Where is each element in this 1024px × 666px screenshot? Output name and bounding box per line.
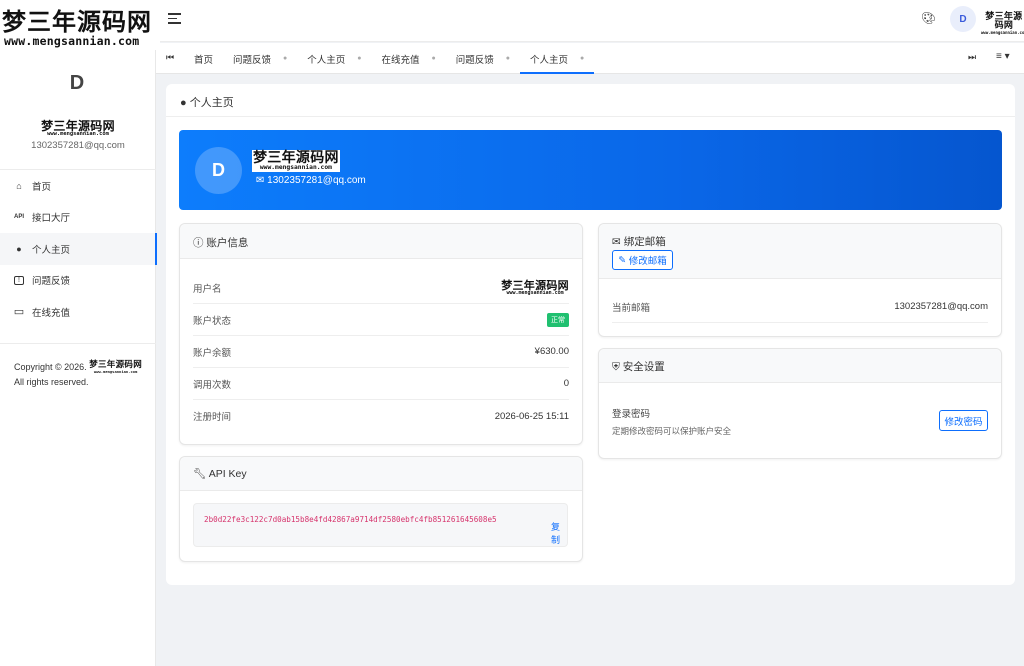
topbar: 🎨︎ D 梦三年源码网 www.mengsannian.com	[156, 0, 1024, 42]
sidebar-avatar: D	[69, 72, 85, 94]
sidebar-nav: ⌂ 首页 API 接口大厅 ● 个人主页 ! 问题反馈 ▭ 在线充值	[0, 170, 157, 328]
security-card: ⛨ 安全设置 登录密码 定期修改密码可以保护账户安全 修改密码	[598, 348, 1002, 459]
brand-logo-url: www.mengsannian.com	[4, 34, 140, 48]
close-icon[interactable]: ●	[506, 55, 510, 62]
hero-username-logo: 梦三年源码网 www.mengsannian.com	[252, 150, 340, 172]
panel-divider	[166, 116, 1015, 117]
key-icon: 🔧︎	[193, 468, 207, 480]
current-email-row: 当前邮箱 1302357281@qq.com	[612, 291, 988, 323]
copyright-logo: 梦三年源码网 www.mengsannian.com	[89, 360, 143, 374]
home-icon: ⌂	[16, 180, 22, 191]
shield-icon: ⛨	[612, 361, 620, 373]
info-icon: ⓘ	[193, 237, 204, 249]
tab-feedback[interactable]: 问题反馈 ●	[223, 43, 297, 74]
tab-menu-icon[interactable]: ≡ ▾	[996, 51, 1010, 62]
tab-scroll-first-icon[interactable]: ⏮︎	[166, 52, 174, 63]
brand-logo-text: 梦三年源码网	[2, 7, 152, 36]
tab-list: 首页 问题反馈 ● 个人主页 ● 在线充值 ● 问题反馈 ● 个人主页 ●	[184, 43, 595, 74]
tab-profile-active[interactable]: 个人主页 ●	[520, 43, 595, 74]
user-name-logo[interactable]: 梦三年源码网 www.mengsannian.com	[981, 13, 1024, 37]
tab-feedback-2[interactable]: 问题反馈 ●	[446, 43, 520, 74]
palette-icon[interactable]: 🎨︎	[921, 11, 936, 25]
hero-avatar: D	[195, 147, 242, 194]
account-info-card: ⓘ 账户信息 用户名 梦三年源码网 www.mengsannian.com 账户状…	[179, 223, 583, 445]
brand-logo: 梦三年源码网 www.mengsannian.com	[0, 0, 160, 50]
close-icon[interactable]: ●	[283, 55, 287, 62]
account-row-status: 账户状态 正常	[193, 304, 569, 336]
sidebar-item-label: 问题反馈	[32, 276, 71, 288]
sidebar-item-label: 首页	[32, 181, 52, 193]
tab-home[interactable]: 首页	[184, 43, 223, 74]
menu-toggle-icon[interactable]	[168, 13, 181, 27]
account-row-balance: 账户余额 ¥630.00	[193, 336, 569, 368]
sidebar-item-api-hall[interactable]: API 接口大厅	[0, 202, 156, 234]
sidebar-divider	[0, 343, 156, 344]
page-title: ● 个人主页	[180, 97, 234, 109]
mail-icon: ✉︎	[256, 175, 265, 186]
user-circle-icon: ●	[16, 243, 22, 254]
email-binding-title: ✉︎ 绑定邮箱	[612, 236, 666, 248]
user-avatar[interactable]: D	[950, 6, 976, 32]
sidebar-item-profile[interactable]: ● 个人主页	[0, 233, 157, 265]
status-badge: 正常	[547, 312, 569, 327]
api-key-value: 2b0d22fe3c122c7d0ab15b8e4fd42867a9714df2…	[204, 515, 497, 524]
account-info-title: ⓘ 账户信息	[193, 237, 249, 249]
pencil-icon: ✎	[618, 254, 627, 266]
account-row-calls: 调用次数 0	[193, 368, 569, 400]
tab-scroll-last-icon[interactable]: ⏭︎	[968, 52, 976, 63]
tab-profile[interactable]: 个人主页 ●	[297, 43, 371, 74]
api-key-box: 2b0d22fe3c122c7d0ab15b8e4fd42867a9714df2…	[193, 503, 568, 547]
sidebar-item-recharge[interactable]: ▭ 在线充值	[0, 296, 156, 328]
copy-button[interactable]: 复制	[551, 520, 567, 546]
edit-email-button[interactable]: ✎ 修改邮箱	[612, 250, 673, 270]
sidebar-username-logo: 梦三年源码网 www.mengsannian.com	[41, 119, 115, 137]
sidebar-item-label: 接口大厅	[32, 213, 71, 225]
account-row-registered: 注册时间 2026-06-25 15:11	[193, 410, 569, 424]
security-title: ⛨ 安全设置	[612, 361, 665, 373]
mail-icon: ✉︎	[612, 236, 621, 248]
close-icon[interactable]: ●	[580, 55, 584, 62]
sidebar-item-label: 个人主页	[32, 244, 71, 256]
profile-panel: ● 个人主页 D 梦三年源码网 www.mengsannian.com ✉︎ 13…	[166, 84, 1015, 585]
tab-recharge[interactable]: 在线充值 ●	[372, 43, 446, 74]
copyright: Copyright © 2026. 梦三年源码网 www.mengsannian.…	[14, 360, 143, 387]
password-label: 登录密码	[612, 409, 651, 420]
sidebar-item-label: 在线充值	[32, 307, 71, 319]
sidebar-item-feedback[interactable]: ! 问题反馈	[0, 265, 156, 297]
account-row-username: 用户名 梦三年源码网 www.mengsannian.com	[193, 272, 569, 304]
tab-bar: ⏮︎ 首页 问题反馈 ● 个人主页 ● 在线充值 ● 问题反馈 ● 个人主页 ● ⏭︎ ≡…	[156, 43, 1024, 74]
close-icon[interactable]: ●	[357, 55, 361, 62]
hero-email: ✉︎ 1302357281@qq.com	[256, 175, 366, 186]
sidebar: D 梦三年源码网 www.mengsannian.com 1302357281@q…	[0, 0, 157, 666]
profile-hero: D 梦三年源码网 www.mengsannian.com ✉︎ 130235728…	[179, 130, 1002, 210]
feedback-icon: !	[14, 275, 24, 285]
sidebar-item-home[interactable]: ⌂ 首页	[0, 170, 156, 202]
username-logo: 梦三年源码网 www.mengsannian.com	[501, 278, 569, 296]
password-hint: 定期修改密码可以保护账户安全	[612, 426, 732, 436]
close-icon[interactable]: ●	[432, 55, 436, 62]
api-key-card: 🔧︎ API Key 2b0d22fe3c122c7d0ab15b8e4fd42…	[179, 456, 583, 562]
change-password-button[interactable]: 修改密码	[939, 410, 988, 431]
card-icon: ▭	[13, 306, 25, 319]
api-icon: API	[13, 214, 24, 221]
api-key-title: 🔧︎ API Key	[193, 468, 247, 480]
user-circle-icon: ●	[180, 97, 187, 109]
email-binding-card: ✉︎ 绑定邮箱 ✎ 修改邮箱 当前邮箱 1302357281@qq.com	[598, 223, 1002, 337]
sidebar-email: 1302357281@qq.com	[31, 140, 125, 151]
